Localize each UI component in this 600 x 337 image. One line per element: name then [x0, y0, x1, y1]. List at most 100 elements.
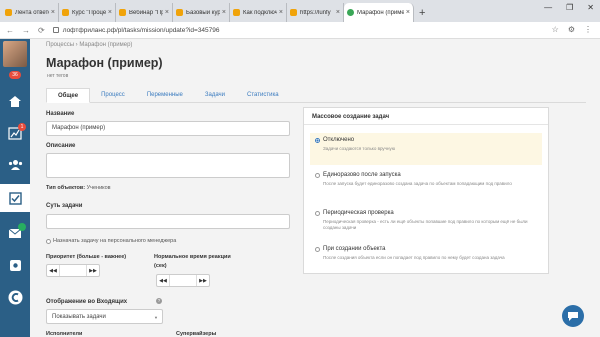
- option-label: Единоразово после запуска: [323, 172, 401, 178]
- window-controls: — ❐ ✕: [544, 3, 594, 12]
- priority-value[interactable]: [59, 265, 87, 276]
- increment-button[interactable]: ▶▶: [197, 275, 209, 286]
- chevron-down-icon: ▼: [154, 315, 158, 320]
- inbox-display-label: Отображение во Входящих: [46, 299, 128, 305]
- page-tags: нет тегов: [47, 73, 69, 79]
- help-icon[interactable]: ?: [156, 298, 162, 304]
- new-tab-button[interactable]: +: [419, 7, 425, 19]
- browser-tab[interactable]: Вебинар "Проце×: [116, 3, 173, 22]
- mass-creation-panel: Массовое создание задач Отключено Задачи…: [303, 107, 549, 274]
- browser-tab[interactable]: Базовый курс по×: [173, 3, 230, 22]
- avatar[interactable]: [3, 41, 27, 67]
- option-once-after-launch[interactable]: Единоразово после запуска После запуска …: [310, 168, 542, 202]
- browser-tab[interactable]: Лента ответов×: [2, 3, 59, 22]
- close-tab-icon[interactable]: ×: [222, 9, 226, 16]
- decrement-button[interactable]: ◀◀: [157, 275, 169, 286]
- back-icon[interactable]: ←: [6, 26, 14, 35]
- minimize-icon[interactable]: —: [544, 3, 552, 12]
- tab-statistics[interactable]: Статистика: [236, 88, 290, 103]
- url-field[interactable]: лофтфриланс.рф/pl/tasks/mission/update?i…: [63, 27, 220, 34]
- radio-icon[interactable]: [315, 137, 320, 143]
- option-description: После создания объекта если он попадает …: [323, 255, 505, 260]
- option-label: Отключено: [323, 137, 355, 143]
- maximize-icon[interactable]: ❐: [566, 3, 573, 12]
- chat-button[interactable]: [562, 305, 584, 327]
- browser-tab[interactable]: https://lunfy ×: [287, 3, 344, 22]
- browser-tab-active[interactable]: Марафон (приме ×: [344, 3, 414, 22]
- name-label: Название: [46, 111, 75, 117]
- browser-tab[interactable]: Как подключить×: [230, 3, 287, 22]
- option-on-object-create[interactable]: При создании объекта После создания объе…: [310, 242, 542, 272]
- star-icon[interactable]: ☆: [552, 25, 559, 34]
- inbox-display-value: Показывать задачи: [52, 314, 106, 320]
- close-tab-icon[interactable]: ×: [279, 9, 283, 16]
- supervisors-label: Супервайзеры: [176, 331, 217, 337]
- tab-variables[interactable]: Переменные: [136, 88, 194, 103]
- assign-manager-label: Назначать задачу на персонального менедж…: [53, 238, 177, 244]
- favicon-icon: [176, 9, 183, 16]
- favicon-icon: [347, 9, 354, 16]
- option-periodic-check[interactable]: Периодическая проверка Периодическая про…: [310, 206, 542, 240]
- radio-icon[interactable]: [315, 246, 320, 252]
- address-bar: ← → ⟳ лофтфриланс.рф/pl/tasks/mission/up…: [0, 22, 600, 39]
- option-description: После запуска будет единоразово создана …: [323, 181, 512, 186]
- tab-tasks[interactable]: Задачи: [194, 88, 236, 103]
- panel-title: Массовое создание задач: [304, 108, 548, 125]
- description-label: Описание: [46, 143, 76, 149]
- page-title: Марафон (пример): [46, 56, 163, 70]
- option-disabled[interactable]: Отключено Задачи создаются только вручну…: [310, 133, 542, 165]
- close-tab-icon[interactable]: ×: [336, 9, 340, 16]
- close-tab-icon[interactable]: ×: [406, 9, 410, 16]
- chart-badge: 1: [18, 123, 26, 131]
- lock-icon: [52, 27, 59, 33]
- tasks-icon: [8, 191, 22, 205]
- sidebar-item-settings[interactable]: [0, 251, 30, 279]
- checkbox-icon: [46, 238, 51, 244]
- sidebar-item-logo[interactable]: [0, 283, 30, 311]
- radio-icon[interactable]: [315, 172, 320, 178]
- breadcrumb[interactable]: Процессы › Марафон (пример): [46, 42, 132, 48]
- sidebar-item-home[interactable]: [0, 87, 30, 115]
- favicon-icon: [119, 9, 126, 16]
- settings-icon: [9, 259, 21, 271]
- option-label: При создании объекта: [323, 246, 386, 252]
- chat-icon: [568, 311, 578, 321]
- tab-process[interactable]: Процесс: [90, 88, 136, 103]
- decrement-button[interactable]: ◀◀: [47, 265, 59, 276]
- sidebar-item-mail[interactable]: [0, 219, 30, 247]
- tab-general[interactable]: Общее: [46, 88, 91, 103]
- radio-icon[interactable]: [315, 210, 320, 216]
- option-label: Периодическая проверка: [323, 210, 394, 216]
- object-type-value: Учеников: [86, 185, 111, 191]
- extensions-icon[interactable]: ⚙: [568, 25, 575, 34]
- normal-time-unit: (сек): [154, 263, 167, 269]
- close-window-icon[interactable]: ✕: [587, 3, 594, 12]
- close-tab-icon[interactable]: ×: [165, 9, 169, 16]
- sidebar-item-chart[interactable]: 1: [0, 119, 30, 147]
- forward-icon[interactable]: →: [22, 26, 30, 35]
- menu-icon[interactable]: ⋮: [584, 25, 592, 34]
- priority-label: Приоритет (больше - важнее): [46, 254, 127, 260]
- normal-time-stepper[interactable]: ◀◀ ▶▶: [156, 274, 210, 287]
- reload-icon[interactable]: ⟳: [38, 26, 45, 35]
- mail-badge: [18, 223, 26, 231]
- logo-icon: [8, 290, 22, 304]
- priority-stepper[interactable]: ◀◀ ▶▶: [46, 264, 100, 277]
- description-field[interactable]: [46, 153, 290, 178]
- sidebar-item-tasks[interactable]: [0, 184, 30, 212]
- users-icon: [8, 160, 22, 170]
- normal-time-value[interactable]: [169, 275, 197, 286]
- assign-manager-checkbox[interactable]: Назначать задачу на персонального менедж…: [46, 238, 176, 244]
- object-type-label: Тип объектов:: [46, 185, 86, 191]
- browser-tab-bar: Лента ответов× Курс "Процесс× Вебинар "П…: [0, 0, 600, 22]
- task-essence-field[interactable]: [46, 214, 290, 229]
- favicon-icon: [290, 9, 297, 16]
- name-field[interactable]: Марафон (пример): [46, 121, 290, 136]
- increment-button[interactable]: ▶▶: [87, 265, 99, 276]
- close-tab-icon[interactable]: ×: [51, 9, 55, 16]
- inbox-display-select[interactable]: Показывать задачи ▼: [46, 309, 163, 324]
- page-tabs: Общее Процесс Переменные Задачи Статисти…: [46, 88, 586, 103]
- sidebar-item-users[interactable]: [0, 151, 30, 179]
- browser-tab[interactable]: Курс "Процесс×: [59, 3, 116, 22]
- close-tab-icon[interactable]: ×: [108, 9, 112, 16]
